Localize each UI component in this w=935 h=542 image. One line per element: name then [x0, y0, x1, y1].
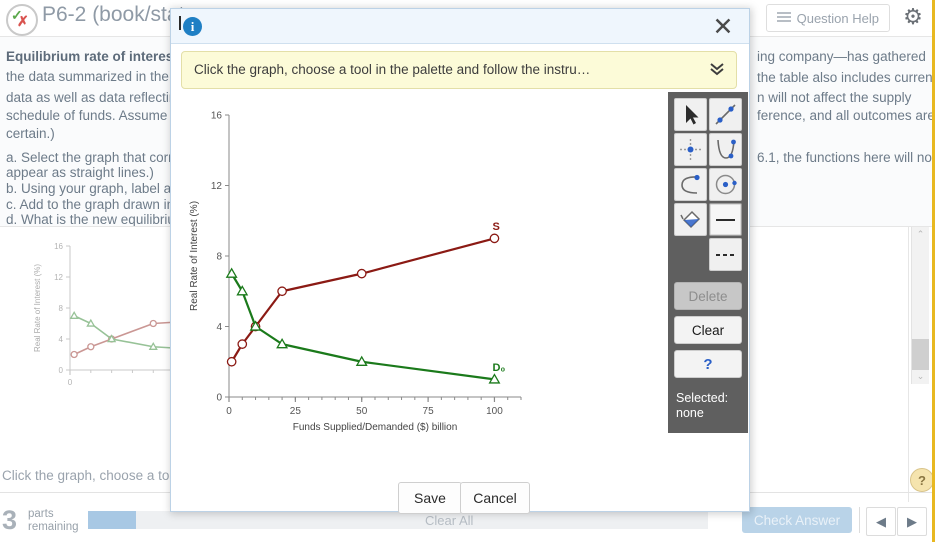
info-icon: i — [183, 17, 202, 36]
parts-remaining-label: parts remaining — [28, 508, 79, 534]
svg-text:75: 75 — [423, 406, 435, 417]
scroll-down-icon[interactable]: ⌄ — [912, 369, 929, 384]
bottom-instruction: Click the graph, choose a too — [2, 468, 177, 483]
circle-tool[interactable] — [709, 168, 742, 201]
graph-svg[interactable]: 0 4 8 12 16 0 25 50 75 100 Funds Supplied/Demanded… — [181, 97, 651, 452]
parabola-tool[interactable] — [709, 133, 742, 166]
prev-question-button[interactable]: ◀ — [866, 507, 896, 536]
pointer-tool[interactable] — [674, 98, 707, 131]
progress-bar-fill — [88, 511, 136, 529]
selected-prefix: Selected: — [676, 391, 729, 405]
help-circle-icon[interactable]: ? — [910, 468, 934, 492]
dashed-line-style[interactable] — [709, 238, 742, 271]
svg-text:4: 4 — [59, 335, 64, 344]
fill-tool[interactable] — [674, 203, 707, 236]
chevron-down-icon[interactable] — [708, 59, 726, 85]
parts-label-line2: remaining — [28, 521, 79, 533]
scroll-up-icon[interactable]: ⌃ — [912, 227, 929, 242]
question-right-line-1: the table also includes current — [757, 70, 935, 85]
check-answer-button[interactable]: Check Answer — [742, 507, 852, 533]
point-tool[interactable] — [674, 133, 707, 166]
svg-text:0: 0 — [59, 366, 64, 375]
instruction-bar[interactable]: Click the graph, choose a tool in the pa… — [181, 51, 737, 89]
svg-text:Funds Supplied/Demanded ($) bi: Funds Supplied/Demanded ($) billion — [293, 422, 458, 433]
question-right-line-0: ing company—has gathered — [757, 49, 926, 64]
graph-canvas[interactable]: 0 4 8 12 16 0 25 50 75 100 Funds Supplied/Demanded… — [181, 97, 651, 452]
page-title: P6-2 (book/stat — [42, 3, 185, 26]
question-right-line-2: n will not affect the supply — [757, 90, 912, 105]
check-x-icon: ✓ ✗ — [6, 4, 38, 36]
text-caret — [179, 16, 181, 30]
question-help-button[interactable]: Question Help — [765, 4, 890, 32]
question-right-line-4: 6.1, the functions here will not — [757, 150, 935, 165]
list-icon — [776, 12, 791, 24]
selected-value: none — [676, 406, 704, 420]
question-line-1: the data summarized in the fol — [6, 69, 187, 84]
svg-text:S: S — [492, 221, 499, 233]
clear-button[interactable]: Clear — [674, 316, 742, 344]
selected-status: Selected: none — [676, 391, 728, 421]
svg-text:Real Rate of Interest (%): Real Rate of Interest (%) — [189, 201, 200, 311]
svg-text:8: 8 — [216, 252, 222, 263]
graph-editor-dialog: i ✕ Click the graph, choose a tool in th… — [170, 8, 750, 514]
instruction-text: Click the graph, choose a tool in the pa… — [194, 62, 591, 77]
tool-palette: Delete Clear ? Selected: none — [668, 92, 748, 433]
svg-text:0: 0 — [216, 393, 222, 404]
svg-text:0: 0 — [226, 406, 232, 417]
svg-text:100: 100 — [486, 406, 503, 417]
solid-line-style[interactable] — [709, 203, 742, 236]
line-segment-tool[interactable] — [709, 98, 742, 131]
svg-text:16: 16 — [211, 111, 223, 122]
parts-label-line1: parts — [28, 508, 54, 520]
question-line-4: certain.) — [6, 126, 55, 141]
palette-help-button[interactable]: ? — [674, 350, 742, 378]
svg-text:50: 50 — [356, 406, 368, 417]
question-help-label: Question Help — [796, 10, 879, 26]
parts-remaining-count: 3 — [2, 505, 18, 535]
delete-button[interactable]: Delete — [674, 282, 742, 310]
question-line-3: schedule of funds. Assume a — [6, 108, 179, 123]
svg-text:12: 12 — [211, 181, 223, 192]
curve-tool[interactable] — [674, 168, 707, 201]
dialog-titlebar — [171, 9, 749, 44]
app-root: ✓ ✗ P6-2 (book/stat Question Help ⚙ Equil… — [0, 0, 935, 542]
svg-text:D₀: D₀ — [492, 362, 505, 374]
close-icon[interactable]: ✕ — [709, 13, 737, 41]
question-right-line-3: ference, and all outcomes are — [757, 108, 935, 123]
clear-all-button[interactable]: Clear All — [425, 513, 473, 528]
content-scrollbar[interactable]: ⌃ ⌄ — [911, 227, 929, 384]
cancel-button[interactable]: Cancel — [460, 482, 530, 514]
save-button[interactable]: Save — [398, 482, 462, 514]
svg-text:25: 25 — [290, 406, 302, 417]
nav-divider — [859, 507, 860, 533]
question-line-2: data as well as data reflecting — [6, 90, 184, 105]
svg-text:8: 8 — [59, 304, 64, 313]
svg-text:0: 0 — [68, 378, 73, 387]
question-line-0: Equilibrium rate of interest — [6, 49, 178, 64]
svg-text:12: 12 — [54, 273, 63, 282]
next-question-button[interactable]: ▶ — [897, 507, 927, 536]
svg-text:16: 16 — [54, 242, 63, 251]
svg-text:4: 4 — [216, 322, 222, 333]
scrollbar-thumb[interactable] — [912, 339, 929, 370]
svg-text:Real Rate of Interest (%): Real Rate of Interest (%) — [33, 264, 42, 352]
gear-icon[interactable]: ⚙ — [901, 5, 925, 29]
content-right-divider — [908, 227, 909, 502]
